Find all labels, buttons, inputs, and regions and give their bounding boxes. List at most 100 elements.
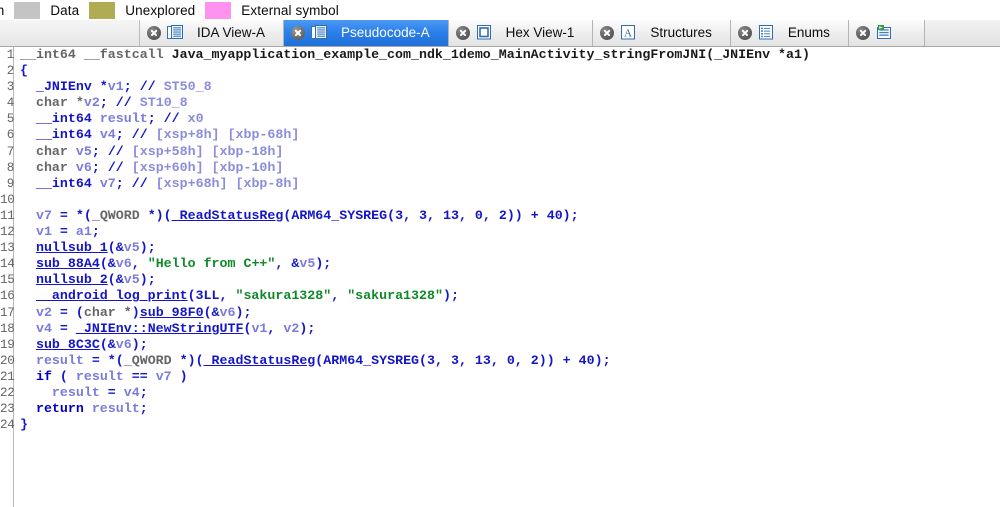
code-token-fnlink[interactable]: nullsub_1 [36, 240, 108, 255]
code-token-fn: ; [91, 143, 108, 159]
code-line-text[interactable]: __int64 v4; // [xsp+8h] [xbp-68h] [14, 127, 299, 143]
code-token-fnlink[interactable]: sub_98F0 [140, 305, 204, 320]
code-line-text[interactable]: sub_8C3C(&v6); [14, 337, 148, 353]
code-line[interactable]: 21 if ( result == v7 ) [0, 369, 1000, 385]
code-token-fn: // [163, 111, 188, 127]
close-icon[interactable] [737, 25, 752, 40]
tab-structures[interactable]: A Structures [593, 20, 731, 46]
code-line-text[interactable]: nullsub_1(&v5); [14, 240, 156, 256]
line-number: 6 [6, 128, 15, 143]
line-number: 22 [0, 385, 15, 400]
code-line-text[interactable]: v1 = a1; [14, 224, 100, 240]
tab-ida-view-a[interactable]: IDA View-A [140, 20, 285, 46]
code-line[interactable]: 22 result = v4; [0, 385, 1000, 401]
code-line-text[interactable]: result = v4; [14, 385, 148, 401]
code-token-fn: (3, 3, 13, 0, 2)) + 40); [387, 207, 579, 223]
code-line-text[interactable]: __int64 v7; // [xsp+68h] [xbp-8h] [14, 176, 299, 192]
code-line[interactable]: 11 v7 = *(_QWORD *)(_ReadStatusReg(ARM64… [0, 208, 1000, 224]
code-token-fnlink[interactable]: sub_8C3C [36, 337, 100, 352]
code-line-text[interactable]: v7 = *(_QWORD *)(_ReadStatusReg(ARM64_SY… [14, 208, 579, 224]
code-token-fnlink[interactable]: _JNIEnv::NewStringUTF [76, 321, 244, 336]
code-line-text[interactable]: return result; [14, 401, 148, 417]
code-token-fn: // [131, 175, 156, 191]
code-line-text[interactable]: v4 = _JNIEnv::NewStringUTF(v1, v2); [14, 321, 315, 337]
code-line[interactable]: 23 return result; [0, 401, 1000, 417]
code-token-var: v6 [75, 159, 92, 175]
code-line[interactable]: 16 __android_log_print(3LL, "sakura1328"… [0, 288, 1000, 304]
close-icon[interactable] [147, 25, 161, 40]
tab-enums[interactable]: Enums [730, 20, 849, 46]
code-line[interactable]: 24} [0, 417, 1000, 433]
code-token-fnlink[interactable]: _ReadStatusReg [172, 208, 284, 223]
close-icon[interactable] [455, 25, 470, 40]
pseudocode-code-area[interactable]: 1 __int64 __fastcall Java_myapplication_e… [0, 47, 1000, 507]
close-icon[interactable] [600, 25, 615, 40]
code-token-fn: __int64 [35, 175, 100, 191]
code-line[interactable]: 20 result = *(_QWORD *)(_ReadStatusReg(A… [0, 353, 1000, 369]
code-line[interactable]: 10 [0, 192, 1000, 208]
line-number: 5 [6, 112, 15, 127]
code-token-fnlink[interactable]: sub_88A4 [36, 256, 100, 271]
code-line-text[interactable]: __int64 result; // x0 [14, 111, 204, 127]
code-token-var: v5 [123, 240, 140, 256]
code-line[interactable]: 14 sub_88A4(&v6, "Hello from C++", &v5); [0, 256, 1000, 272]
code-token-fn: == [123, 368, 156, 384]
code-line[interactable]: 2{ [0, 63, 1000, 79]
tab-pseudocode-a[interactable]: Pseudocode-A [284, 20, 449, 46]
code-line[interactable]: 4 char *v2; // ST10_8 [0, 95, 1000, 111]
code-token-cmt: [xsp+60h] [xbp-10h] [131, 159, 284, 175]
code-line[interactable]: 19 sub_8C3C(&v6); [0, 337, 1000, 353]
code-line-text[interactable]: if ( result == v7 ) [14, 369, 188, 385]
code-line-text[interactable]: _JNIEnv *v1; // ST50_8 [14, 79, 212, 95]
code-line-text[interactable]: v2 = (char *)sub_98F0(&v6); [14, 304, 252, 321]
code-line[interactable]: 7 char v5; // [xsp+58h] [xbp-18h] [0, 144, 1000, 160]
line-number: 17 [0, 305, 15, 320]
code-line[interactable]: 13 nullsub_1(&v5); [0, 240, 1000, 256]
code-line[interactable]: 9 __int64 v7; // [xsp+68h] [xbp-8h] [0, 176, 1000, 192]
code-token-fn: // [139, 79, 164, 95]
code-token-fnlink[interactable]: _ReadStatusReg [204, 353, 316, 368]
code-token-fn: ; [115, 175, 132, 191]
code-line[interactable]: 5 __int64 result; // x0 [0, 111, 1000, 127]
tab-hex-view-1[interactable]: Hex View-1 [448, 20, 594, 46]
code-line[interactable]: 17 v2 = (char *)sub_98F0(&v6); [0, 305, 1000, 321]
code-token-fnlink[interactable]: nullsub_2 [36, 272, 108, 287]
view-tab-bar[interactable]: IDA View-A Pseudocode-A Hex View-1 A Structu… [0, 20, 1000, 47]
code-line[interactable]: 15 nullsub_2(&v5); [0, 272, 1000, 288]
code-line-text[interactable]: sub_88A4(&v6, "Hello from C++", &v5); [14, 256, 331, 272]
close-icon[interactable] [291, 25, 306, 40]
code-line-text[interactable]: char v6; // [xsp+60h] [xbp-10h] [14, 160, 283, 176]
code-line[interactable]: 18 v4 = _JNIEnv::NewStringUTF(v1, v2); [0, 321, 1000, 337]
code-token-type: char [35, 143, 76, 159]
code-line-text[interactable]: nullsub_2(&v5); [14, 272, 156, 288]
line-number: 21 [0, 369, 15, 384]
line-number: 23 [0, 402, 15, 417]
code-token-kw: if [35, 368, 52, 384]
code-token-fnlink[interactable]: __android_log_print [36, 288, 188, 303]
code-token-var: v5 [75, 143, 92, 159]
code-line[interactable]: 6 __int64 v4; // [xsp+8h] [xbp-68h] [0, 127, 1000, 143]
code-line[interactable]: 12 v1 = a1; [0, 224, 1000, 240]
code-line-text[interactable]: } [14, 417, 28, 433]
code-line[interactable]: 8 char v6; // [xsp+60h] [xbp-10h] [0, 160, 1000, 176]
code-line-text[interactable]: char v5; // [xsp+58h] [xbp-18h] [14, 144, 283, 160]
code-token-fn: ); [139, 240, 156, 256]
code-line-text[interactable]: __android_log_print(3LL, "sakura1328", "… [14, 288, 459, 304]
code-token-var: v6 [219, 304, 236, 320]
code-line[interactable]: 1 __int64 __fastcall Java_myapplication_e… [0, 47, 1000, 63]
code-token-var: v1 [251, 320, 268, 336]
code-line-text[interactable]: char *v2; // ST10_8 [14, 95, 188, 111]
line-number: 4 [6, 96, 15, 111]
code-token-fn: (& [107, 272, 124, 288]
imports-icon [876, 25, 891, 39]
code-line[interactable]: 3 _JNIEnv *v1; // ST50_8 [0, 79, 1000, 95]
code-token-var: v6 [115, 336, 132, 352]
code-line-text[interactable]: { [14, 63, 28, 79]
tab-extra-5[interactable] [848, 20, 925, 46]
pseudocode-editor[interactable]: 1 __int64 __fastcall Java_myapplication_e… [0, 47, 1000, 507]
code-line-text[interactable]: result = *(_QWORD *)(_ReadStatusReg(ARM6… [14, 353, 611, 369]
close-icon[interactable] [855, 25, 870, 40]
code-line-text[interactable]: __int64 __fastcall Java_myapplication_ex… [14, 47, 810, 63]
